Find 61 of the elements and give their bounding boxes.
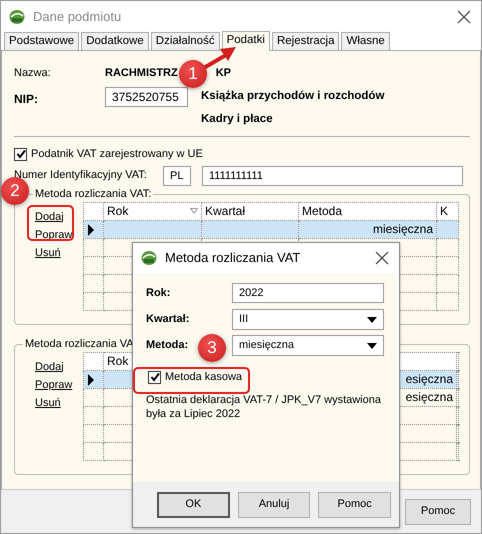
- close-icon[interactable]: [457, 10, 471, 24]
- dialog-button[interactable]: Anuluj: [238, 492, 310, 518]
- table-cell: esięczna: [406, 372, 453, 386]
- year-field[interactable]: 2022: [232, 283, 384, 303]
- app-logo-icon: [141, 250, 157, 266]
- dialog-button[interactable]: OK: [157, 492, 230, 518]
- column-header-text: Rok: [107, 203, 128, 219]
- tab[interactable]: Własne: [341, 32, 390, 50]
- row-pointer-icon: [87, 224, 95, 236]
- action-link[interactable]: Dodaj: [35, 208, 64, 226]
- checkbox-label: Metoda kasowa: [165, 370, 242, 385]
- table-cell: esięczna: [406, 390, 453, 404]
- group-legend: Metoda rozliczania VAT:: [33, 186, 154, 200]
- company-name: KP: [216, 66, 231, 81]
- nip-field[interactable]: 3752520755: [105, 86, 188, 106]
- company-name: RACHMISTRZ: [105, 66, 178, 81]
- column-header[interactable]: Kwartał: [202, 202, 298, 220]
- module-label: Kadry i płace: [201, 112, 274, 127]
- caret-icon: [367, 342, 377, 348]
- close-icon[interactable]: [375, 251, 389, 265]
- tab[interactable]: Podatki: [222, 31, 270, 51]
- column-header[interactable]: Metoda: [298, 202, 436, 220]
- dropdown-field[interactable]: miesięczna: [232, 335, 384, 356]
- tab[interactable]: Dodatkowe: [81, 32, 149, 50]
- checkbox-label: Podatnik VAT zarejestrowany w UE: [31, 147, 203, 162]
- checkmark-icon: [150, 372, 160, 382]
- dropdown-field[interactable]: III: [232, 309, 384, 330]
- caret-icon: [367, 316, 377, 322]
- row-header[interactable]: [84, 370, 104, 388]
- action-link[interactable]: Usuń: [35, 394, 61, 412]
- action-link[interactable]: Usuń: [35, 244, 61, 262]
- module-label: Książka przychodów i rozchodów: [201, 88, 384, 104]
- checkbox[interactable]: [148, 370, 161, 384]
- dialog-title: Metoda rozliczania VAT: [165, 249, 302, 268]
- column-header[interactable]: Rok: [104, 202, 202, 220]
- highlight-frame: [27, 205, 74, 241]
- tab[interactable]: Podstawowe: [4, 32, 80, 50]
- row-header[interactable]: [84, 220, 104, 238]
- table-cell: miesięczna: [372, 222, 433, 236]
- column-header-text: Rok: [107, 353, 128, 369]
- checkbox[interactable]: [14, 148, 27, 161]
- vat-id-field[interactable]: 1111111111: [202, 166, 463, 186]
- action-link[interactable]: Popraw: [35, 376, 72, 394]
- help-button[interactable]: Pomoc: [405, 498, 471, 524]
- country-prefix-field[interactable]: PL: [163, 166, 191, 186]
- dialog-button[interactable]: Pomoc: [318, 492, 391, 518]
- field-label: NIP:: [14, 90, 39, 108]
- field-label: Metoda:: [146, 338, 188, 354]
- field-label: Kwartał:: [146, 312, 190, 328]
- field-label: Rok:: [146, 286, 170, 301]
- tab[interactable]: Rejestracja: [272, 32, 340, 50]
- action-link[interactable]: Dodaj: [35, 358, 64, 376]
- column-header[interactable]: K: [436, 202, 458, 220]
- action-link[interactable]: Popraw: [35, 226, 72, 244]
- field-label: Nazwa:: [14, 66, 52, 81]
- info-text: Ostatnia deklaracja VAT-7 / JPK_V7 wystawiona była za Lipiec 2022: [146, 392, 381, 420]
- checkmark-icon: [16, 149, 26, 160]
- window-title: Dane podmiotu: [33, 8, 122, 26]
- row-pointer-icon: [87, 374, 95, 386]
- tab[interactable]: Działalność: [150, 32, 220, 50]
- app-logo-icon: [9, 8, 25, 24]
